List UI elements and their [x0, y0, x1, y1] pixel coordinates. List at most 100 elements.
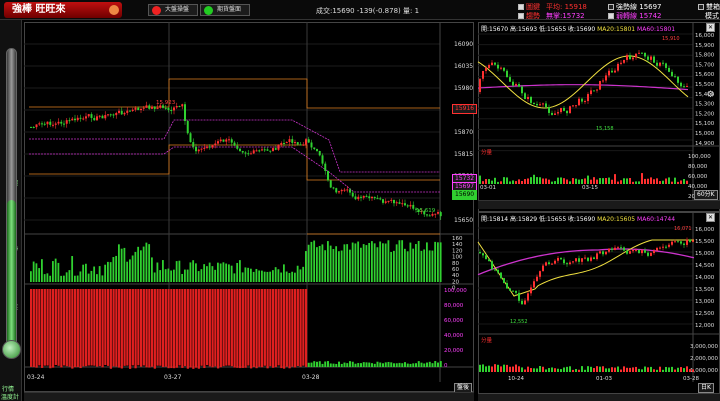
main-scrollbar[interactable]: [24, 392, 474, 401]
price-tick-label: 15980: [454, 85, 473, 92]
hourly-volume-bar: [578, 179, 580, 184]
candle-body: [233, 142, 236, 146]
daily-period-button[interactable]: 日K: [698, 383, 714, 393]
logo-badge-icon: [109, 5, 119, 15]
amount-bar-red: [285, 289, 288, 367]
candle-body: [145, 105, 148, 108]
market-button-label: 大盤操盤: [165, 6, 190, 13]
amount-bar-red: [283, 289, 286, 369]
daily-volume-bar: [647, 367, 649, 372]
hourly-candle-body: [590, 90, 592, 95]
volume-bar: [233, 273, 236, 282]
hourly-volume-bar: [665, 178, 667, 184]
hourly-price-tick: 15,200: [695, 111, 715, 117]
candle-body: [65, 120, 68, 124]
amount-bar-green: [401, 363, 404, 367]
volume-bar: [439, 242, 442, 282]
volume-bar: [338, 251, 340, 282]
hourly-volume-bar: [599, 178, 601, 184]
amount-bar-red: [294, 289, 297, 368]
amount-bar-green: [387, 361, 390, 367]
hourly-candle-body: [485, 68, 487, 71]
hourly-volume-bar: [587, 175, 589, 184]
hourly-price-tick: 15,800: [695, 53, 715, 59]
daily-candle-body: [662, 246, 664, 248]
daily-candle-body: [527, 293, 529, 301]
daily-candle-body: [563, 259, 565, 264]
market-button[interactable]: 大盤操盤: [148, 4, 198, 16]
hourly-price-tick: 15,300: [695, 102, 715, 108]
daily-candle-body: [644, 250, 646, 253]
amount-bar-green: [406, 363, 409, 367]
volume-bar: [225, 263, 228, 282]
volume-bar: [71, 256, 74, 282]
amount-bar-red: [153, 289, 156, 369]
futures-button[interactable]: 期貨盤面: [200, 4, 250, 16]
volume-bar: [305, 251, 307, 282]
amount-bar-green: [404, 362, 406, 367]
candle-body: [277, 144, 280, 150]
hourly-volume-bar: [554, 181, 556, 184]
chk-weak-line[interactable]: 弱轉線 15742: [608, 11, 662, 21]
volume-bar: [417, 240, 420, 282]
daily-candle-body: [521, 300, 523, 305]
volume-bar: [219, 263, 222, 282]
candle-body: [266, 149, 269, 151]
hourly-volume-bar: [659, 181, 661, 184]
thermo-caption-1: 行情: [2, 386, 15, 393]
daily-candle-body: [674, 241, 676, 243]
hourly-candle-body: [584, 101, 586, 103]
candle-body: [192, 142, 195, 147]
chk-trend[interactable]: 趨勢: [518, 11, 540, 21]
daily-candle-body: [641, 250, 643, 254]
candle-body: [203, 147, 206, 149]
amount-bar-red: [82, 289, 85, 367]
amount-bar-red: [131, 289, 134, 366]
daily-scrollbar[interactable]: [478, 394, 720, 401]
checkbox-icon: [608, 4, 614, 10]
amount-bar-green: [354, 363, 357, 367]
volume-bar: [431, 250, 434, 282]
candle-body: [137, 107, 140, 111]
daily-volume-bar: [551, 367, 553, 372]
hourly-volume-bar: [632, 181, 634, 184]
volume-bar: [104, 264, 107, 282]
volume-bar: [211, 266, 214, 282]
hourly-volume-bar: [656, 178, 658, 184]
hourly-candle-body: [488, 65, 490, 69]
candle-body: [406, 205, 409, 207]
volume-bar: [35, 263, 38, 282]
hourly-candle-body: [659, 62, 661, 66]
hourly-candle-body: [650, 56, 652, 60]
hourly-candle-body: [557, 112, 559, 114]
checkbox-icon: [698, 4, 704, 10]
candle-body: [274, 148, 277, 150]
daily-volume-bar: [518, 366, 520, 372]
hourly-scrollbar[interactable]: [478, 200, 720, 209]
amount-bar-red: [74, 289, 77, 368]
hourly-volume-tick: 100,000: [688, 154, 711, 160]
amount-bar-green: [390, 362, 393, 367]
weak-value: 15742: [639, 12, 662, 20]
candle-body: [148, 105, 151, 109]
daily-candle-body: [578, 258, 580, 262]
daily-volume-bar: [485, 366, 487, 372]
hourly-volume-label: 分量: [481, 148, 493, 156]
volume-bar: [406, 251, 409, 282]
volume-bar: [98, 266, 101, 282]
amount-tick-label: 40,000: [444, 333, 464, 339]
candle-body: [200, 148, 203, 150]
checkbox-icon: [518, 13, 524, 19]
amount-bar-red: [41, 289, 44, 368]
volume-tick-label: 40: [452, 273, 459, 279]
volume-bar: [395, 244, 398, 282]
futures-button-label: 期貨盤面: [217, 6, 242, 13]
volume-bar: [362, 244, 365, 282]
hourly-volume-bar: [674, 177, 676, 184]
candle-body: [340, 189, 343, 192]
volume-bar: [371, 241, 373, 282]
candle-body: [255, 150, 258, 152]
volume-bar: [54, 258, 57, 282]
hourly-period-button[interactable]: 60分K: [694, 190, 718, 200]
candle-body: [236, 145, 239, 149]
